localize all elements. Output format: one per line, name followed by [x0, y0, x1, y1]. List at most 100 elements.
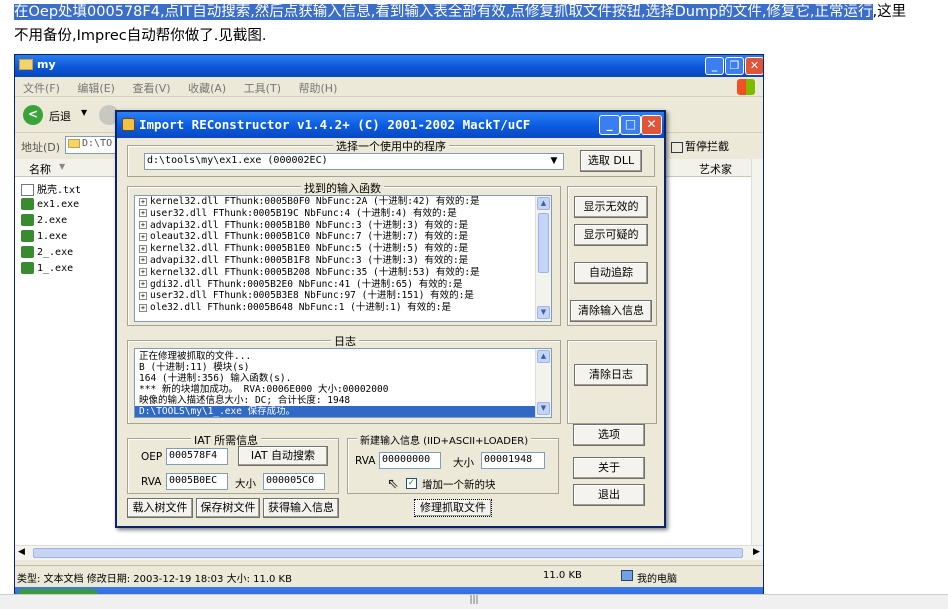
process-dropdown-icon[interactable]: ▼ — [546, 154, 562, 169]
bottom-scroll-strip[interactable]: ||| — [0, 594, 948, 609]
import-row[interactable]: + user32.dll FThunk:0005B19C NbFunc:4 (十进… — [135, 208, 551, 220]
dialog-titlebar[interactable]: Import REConstructor v1.4.2+ (C) 2001-20… — [117, 112, 664, 138]
import-row[interactable]: + kernel32.dll FThunk:0005B1E0 NbFunc:5 (… — [135, 243, 551, 255]
col-name[interactable]: 名称 — [29, 161, 51, 177]
clear-imports-button[interactable]: 清除输入信息 — [570, 300, 652, 322]
back-arrow-icon[interactable]: < — [23, 105, 43, 125]
auto-trace-button[interactable]: 自动追踪 — [574, 262, 648, 284]
exit-button[interactable]: 退出 — [573, 484, 645, 506]
save-tree-button[interactable]: 保存树文件 — [196, 498, 260, 518]
windows-logo-icon — [737, 79, 755, 95]
process-select[interactable]: d:\tools\my\ex1.exe (000002EC) — [144, 153, 564, 170]
log-list[interactable]: 正在修理被抓取的文件... B (十进制:11) 模块(s) 164 (十进制:… — [134, 348, 552, 418]
add-section-checkbox[interactable]: ✓ — [406, 478, 417, 489]
expand-icon[interactable]: + — [139, 244, 147, 253]
menu-file[interactable]: 文件(F) — [23, 82, 60, 95]
import-row[interactable]: + user32.dll FThunk:0005B3E8 NbFunc:97 (十… — [135, 290, 551, 302]
scroll-down-icon[interactable]: ▼ — [537, 306, 550, 319]
size-label: 大小 — [235, 478, 256, 490]
menu-favorites[interactable]: 收藏(A) — [188, 82, 226, 95]
maximize-icon[interactable]: □ — [620, 115, 641, 135]
load-tree-button[interactable]: 载入树文件 — [127, 498, 193, 518]
menu-edit[interactable]: 编辑(E) — [77, 82, 115, 95]
scroll-down-icon[interactable]: ▼ — [537, 402, 550, 415]
pick-dll-button[interactable]: 选取 DLL — [580, 150, 642, 172]
new-size-field[interactable]: 00001948 — [481, 452, 545, 469]
import-row[interactable]: + kernel32.dll FThunk:0005B0F0 NbFunc:2A … — [135, 196, 551, 208]
options-button[interactable]: 选项 — [573, 424, 645, 446]
exe-icon — [21, 214, 34, 226]
file-label: 1_.exe — [37, 263, 74, 274]
import-row[interactable]: + ole32.dll FThunk:0005B648 NbFunc:1 (十进制… — [135, 302, 551, 314]
size-field[interactable]: 000005C0 — [263, 473, 325, 490]
imports-scrollbar[interactable]: ▲ ▼ — [535, 196, 551, 321]
grip-icon: ||| — [469, 595, 479, 605]
new-import-group-label: 新建输入信息 (IID+ASCII+LOADER) — [357, 432, 532, 447]
menu-help[interactable]: 帮助(H) — [299, 82, 338, 95]
import-label: ole32.dll FThunk:0005B648 NbFunc:1 (十进制:… — [150, 302, 451, 314]
import-row[interactable]: + gdi32.dll FThunk:0005B2E0 NbFunc:41 (十进… — [135, 279, 551, 291]
scroll-up-icon[interactable]: ▲ — [537, 350, 550, 363]
scroll-right-icon[interactable]: ▶ — [753, 547, 760, 557]
imports-tree[interactable]: + kernel32.dll FThunk:0005B0F0 NbFunc:2A … — [134, 195, 552, 322]
file-item[interactable]: ex1.exe — [21, 198, 79, 213]
menu-tools[interactable]: 工具(T) — [244, 82, 281, 95]
import-row[interactable]: + oleaut32.dll FThunk:0005B1C0 NbFunc:7 (… — [135, 231, 551, 243]
import-row[interactable]: + advapi32.dll FThunk:0005B1F8 NbFunc:3 (… — [135, 255, 551, 267]
menu-view[interactable]: 查看(V) — [132, 82, 170, 95]
expand-icon[interactable]: + — [139, 268, 147, 277]
close-icon[interactable]: ✕ — [745, 57, 763, 75]
imports-scroll-thumb[interactable] — [538, 213, 549, 273]
col-artist[interactable]: 艺术家 — [699, 161, 732, 177]
horizontal-scroll-thumb[interactable] — [33, 548, 743, 558]
minimize-icon[interactable]: _ — [599, 115, 620, 135]
minimize-icon[interactable]: _ — [705, 57, 724, 75]
about-button[interactable]: 关于 — [573, 457, 645, 479]
import-row[interactable]: + advapi32.dll FThunk:0005B1B0 NbFunc:3 (… — [135, 220, 551, 232]
sort-icon: ▼ — [59, 162, 66, 171]
log-group-label: 日志 — [331, 333, 359, 349]
app-icon — [122, 118, 135, 131]
expand-icon[interactable]: + — [139, 197, 147, 206]
file-label: 2.exe — [37, 215, 68, 226]
text-file-icon — [21, 184, 34, 196]
expand-icon[interactable]: + — [139, 221, 147, 230]
folder-icon — [68, 138, 80, 148]
scroll-up-icon[interactable]: ▲ — [537, 197, 550, 210]
log-line: 映像的输入描述信息大小: DC; 合计长度: 1948 — [139, 395, 351, 406]
oep-field[interactable]: 000578F4 — [166, 448, 228, 465]
exe-icon — [21, 230, 34, 242]
pause-block-button[interactable]: 暂停拦截 — [671, 138, 729, 154]
expand-icon[interactable]: + — [139, 209, 147, 218]
show-suspect-button[interactable]: 显示可疑的 — [574, 224, 648, 246]
explorer-titlebar[interactable]: my — [15, 55, 763, 77]
get-imports-button[interactable]: 获得输入信息 — [263, 498, 339, 518]
exe-icon — [21, 198, 34, 210]
clear-log-button[interactable]: 清除日志 — [574, 364, 648, 386]
rva-field[interactable]: 0005B0EC — [166, 473, 228, 490]
close-icon[interactable]: ✕ — [641, 115, 662, 135]
file-item[interactable]: 2_.exe — [21, 246, 73, 261]
expand-icon[interactable]: + — [139, 291, 147, 300]
file-item[interactable]: 1_.exe — [21, 262, 73, 277]
restore-icon[interactable]: ❐ — [725, 57, 744, 75]
expand-icon[interactable]: + — [139, 232, 147, 241]
fix-dump-button[interactable]: 修理抓取文件 — [414, 499, 492, 517]
show-invalid-button[interactable]: 显示无效的 — [574, 196, 648, 218]
expand-icon[interactable]: + — [139, 256, 147, 265]
new-rva-field[interactable]: 00000000 — [379, 452, 441, 469]
file-item[interactable]: 2.exe — [21, 214, 67, 229]
file-item[interactable]: 1.exe — [21, 230, 67, 245]
expand-icon[interactable]: + — [139, 280, 147, 289]
log-scrollbar[interactable]: ▲ ▼ — [535, 349, 551, 417]
iat-autosearch-button[interactable]: IAT 自动搜索 — [238, 446, 328, 466]
scroll-left-icon[interactable]: ◀ — [18, 547, 25, 557]
back-dropdown-icon[interactable]: ▼ — [81, 108, 87, 117]
file-item[interactable]: 脱壳.txt — [21, 181, 81, 196]
vertical-scrollbar[interactable] — [751, 159, 763, 545]
back-button[interactable]: 后退 — [49, 108, 71, 124]
cursor-icon: ⇖ — [387, 476, 399, 492]
expand-icon[interactable]: + — [139, 303, 147, 312]
log-line: *** 新的块增加成功。 RVA:0006E000 大小:00002000 — [139, 384, 389, 395]
import-row[interactable]: + kernel32.dll FThunk:0005B208 NbFunc:35 … — [135, 267, 551, 279]
